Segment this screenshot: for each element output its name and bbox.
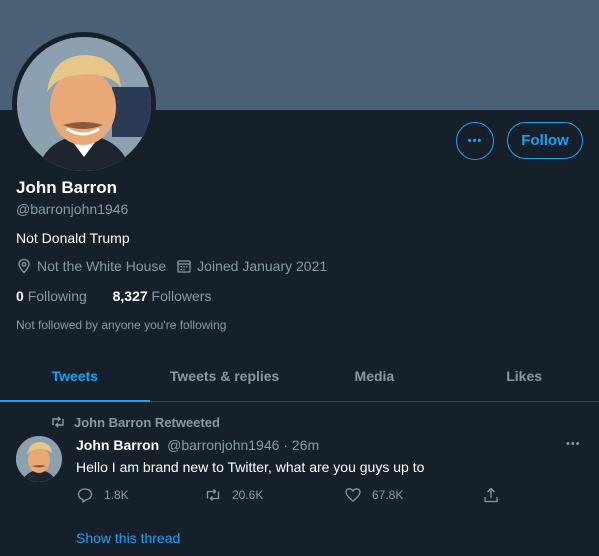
tab-tweets-replies[interactable]: Tweets & replies	[150, 350, 300, 401]
tweet-time[interactable]: 26m	[292, 437, 319, 453]
tab-tweets[interactable]: Tweets	[0, 350, 150, 402]
tab-media[interactable]: Media	[300, 350, 450, 401]
share-action[interactable]	[482, 486, 510, 504]
tweet-more-button[interactable]: •••	[566, 438, 581, 450]
tweet-author-handle[interactable]: @barronjohn1946	[167, 437, 279, 453]
followers-label: Followers	[151, 288, 212, 304]
profile-handle: @barronjohn1946	[16, 201, 129, 217]
retweet-count: 20.6K	[232, 488, 264, 502]
tweet-avatar-portrait	[16, 436, 62, 482]
not-followed-note: Not followed by anyone you're following	[16, 318, 227, 332]
like-count: 67.8K	[372, 488, 404, 502]
tweet-text: Hello I am brand new to Twitter, what ar…	[76, 459, 425, 475]
location-pin-icon	[18, 258, 30, 274]
profile-bio: Not Donald Trump	[16, 230, 130, 246]
profile-stats: 0 Following 8,327 Followers	[16, 288, 211, 304]
profile-meta: Not the White House Joined January 2021	[16, 258, 327, 274]
profile-avatar[interactable]	[17, 37, 151, 171]
following-label: Following	[27, 288, 87, 304]
reply-icon	[77, 488, 93, 504]
profile-tabs: Tweets Tweets & replies Media Likes	[0, 350, 599, 402]
retweet-context: John Barron Retweeted	[50, 414, 220, 430]
show-thread-link[interactable]: Show this thread	[76, 530, 180, 546]
retweet-action-icon	[206, 489, 220, 501]
avatar-portrait	[17, 37, 151, 171]
follow-button[interactable]: Follow	[507, 122, 583, 159]
like-action[interactable]: 67.8K	[344, 486, 403, 504]
reply-action[interactable]: 1.8K	[76, 486, 129, 504]
tab-likes[interactable]: Likes	[449, 350, 599, 401]
retweet-action[interactable]: 20.6K	[204, 486, 263, 504]
followers-count: 8,327	[112, 288, 148, 304]
tweet-author-name[interactable]: John Barron	[76, 437, 159, 453]
tweet-author-avatar[interactable]	[16, 436, 62, 482]
retweet-note[interactable]: John Barron Retweeted	[74, 415, 220, 430]
heart-icon	[345, 488, 361, 502]
reply-count: 1.8K	[104, 488, 129, 502]
followers-link[interactable]: 8,327 Followers	[113, 288, 212, 304]
following-link[interactable]: 0 Following	[16, 288, 87, 304]
tweet-actions: 1.8K 20.6K 67.8K	[76, 486, 506, 506]
profile-location: Not the White House	[37, 258, 167, 274]
share-icon	[484, 487, 498, 503]
more-options-button[interactable]: •••	[456, 122, 494, 160]
tweet-separator: ·	[283, 437, 288, 453]
tweet-header: John Barron @barronjohn1946 · 26m	[76, 437, 319, 453]
profile-joined: Joined January 2021	[197, 258, 328, 274]
profile-display-name: John Barron	[16, 178, 118, 197]
calendar-icon	[177, 260, 191, 273]
retweet-icon	[52, 416, 64, 428]
following-count: 0	[16, 288, 24, 304]
